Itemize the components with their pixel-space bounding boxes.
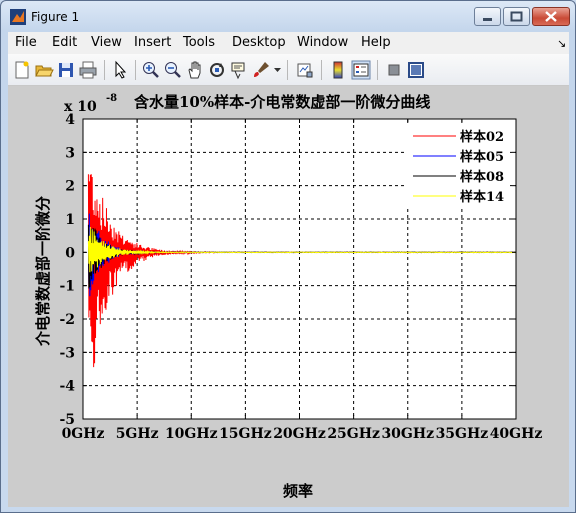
- open-icon[interactable]: [34, 60, 54, 80]
- link-icon[interactable]: [295, 60, 315, 80]
- close-icon: [545, 11, 557, 22]
- dock-figure-icon[interactable]: ↘: [557, 37, 566, 50]
- menu-help[interactable]: Help: [361, 35, 391, 50]
- y-tick-label: -3: [59, 345, 75, 361]
- x-tick-label: 20GHz: [273, 426, 326, 442]
- menu-bar: File Edit View Insert Tools Desktop Wind…: [8, 32, 569, 54]
- menu-desktop[interactable]: Desktop: [232, 35, 286, 50]
- y-tick-label: -2: [59, 312, 75, 328]
- y-axis-label: 介电常数虚部一阶微分: [34, 196, 52, 347]
- legend-label: 样本14: [460, 189, 504, 205]
- title-bar[interactable]: Figure 1: [1, 1, 575, 31]
- y-tick-label: 3: [65, 145, 75, 161]
- plot-svg[interactable]: 0GHz 5GHz 10GHz 15GHz 20GHz 25GHz 30GHz 35GHz 40…: [8, 86, 569, 507]
- x-tick-label: 0GHz: [62, 426, 105, 442]
- x-tick-label: 35GHz: [436, 426, 489, 442]
- pan-icon[interactable]: [185, 60, 205, 80]
- menu-tools[interactable]: Tools: [183, 35, 215, 50]
- window-title: Figure 1: [31, 10, 80, 24]
- figure-toolbar: [8, 54, 569, 86]
- x-tick-label: 15GHz: [219, 426, 272, 442]
- legend-label: 样本05: [460, 149, 504, 165]
- x-tick-label: 25GHz: [327, 426, 380, 442]
- data-cursor-icon[interactable]: [229, 60, 249, 80]
- minimize-icon: [483, 18, 492, 21]
- colorbar-icon[interactable]: [328, 60, 348, 80]
- x-tick-label: 30GHz: [381, 426, 434, 442]
- brush-icon[interactable]: [251, 60, 271, 80]
- minimize-button[interactable]: [474, 7, 501, 26]
- show-plot-tools-icon[interactable]: [406, 60, 426, 80]
- y-exponent-power: -8: [106, 93, 117, 104]
- y-tick-label: 2: [65, 179, 75, 195]
- y-tick-label: 0: [65, 245, 75, 261]
- new-figure-icon[interactable]: [12, 60, 32, 80]
- menu-file[interactable]: File: [15, 35, 37, 50]
- y-tick-label: 1: [65, 212, 75, 228]
- maximize-icon: [510, 11, 523, 22]
- y-tick-label: -5: [59, 412, 75, 428]
- y-tick-label: -4: [59, 379, 75, 395]
- zoom-in-icon[interactable]: [141, 60, 161, 80]
- y-exponent-label: x 10: [64, 99, 97, 115]
- brush-dropdown-icon[interactable]: [274, 66, 281, 73]
- print-icon[interactable]: [78, 60, 98, 80]
- legend-icon[interactable]: [351, 60, 371, 80]
- x-tick-label: 5GHz: [116, 426, 159, 442]
- close-button[interactable]: [532, 7, 570, 26]
- edit-plot-icon[interactable]: [111, 60, 131, 80]
- menu-view[interactable]: View: [91, 35, 122, 50]
- legend[interactable]: 样本02 样本05 样本08 样本14: [404, 125, 510, 208]
- menu-window[interactable]: Window: [297, 35, 348, 50]
- y-tick-label: -1: [59, 279, 75, 295]
- hide-plot-tools-icon[interactable]: [384, 60, 404, 80]
- figure-window: Figure 1 File Edit View Insert Tools Des…: [0, 0, 576, 513]
- legend-label: 样本02: [460, 129, 504, 145]
- chart-title: 含水量10%样本-介电常数虚部一阶微分曲线: [134, 93, 430, 111]
- maximize-button[interactable]: [503, 7, 530, 26]
- zoom-out-icon[interactable]: [163, 60, 183, 80]
- rotate-icon[interactable]: [207, 60, 227, 80]
- x-axis-label: 频率: [283, 482, 313, 500]
- menu-insert[interactable]: Insert: [134, 35, 171, 50]
- figure-canvas: 0GHz 5GHz 10GHz 15GHz 20GHz 25GHz 30GHz 35GHz 40…: [8, 86, 569, 507]
- save-icon[interactable]: [56, 60, 76, 80]
- legend-label: 样本08: [460, 169, 504, 185]
- matlab-icon: [10, 9, 26, 25]
- x-tick-label: 10GHz: [165, 426, 218, 442]
- menu-edit[interactable]: Edit: [52, 35, 77, 50]
- x-tick-label: 40GHz: [490, 426, 543, 442]
